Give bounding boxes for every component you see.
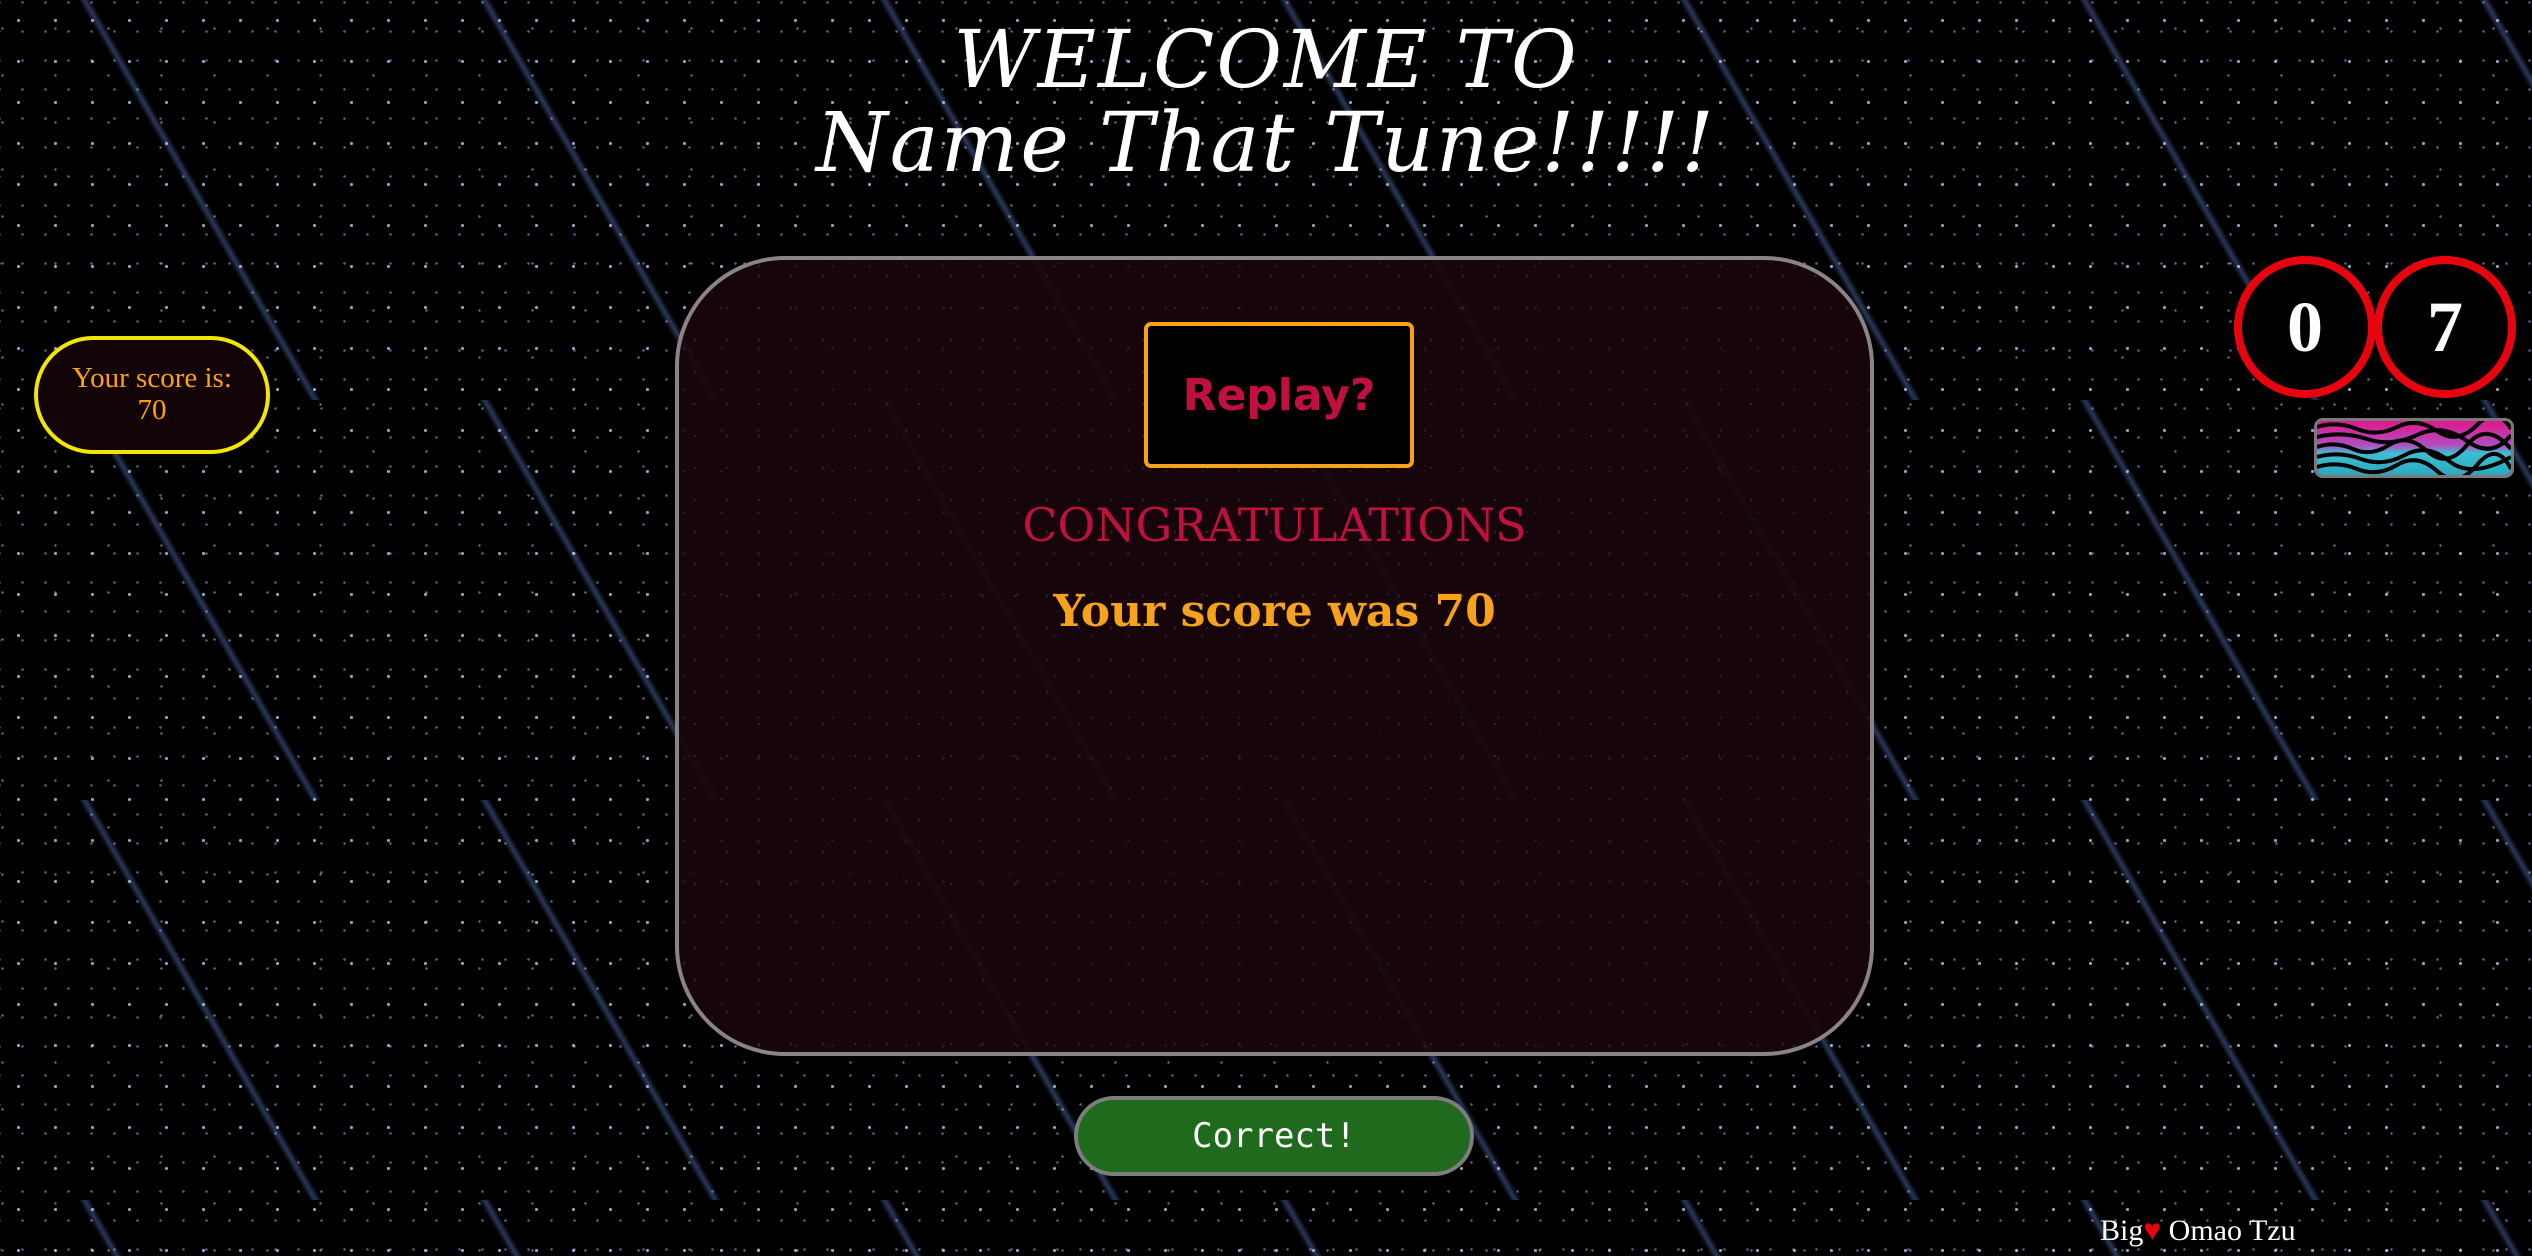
score-badge: Your score is: 70 xyxy=(34,336,270,454)
counter-digit-1: 0 xyxy=(2234,256,2376,398)
counter-digit-2: 7 xyxy=(2374,256,2516,398)
footer-credit: Big♥ Omao Tzu xyxy=(2100,1214,2296,1248)
zebra-pattern-icon xyxy=(2317,421,2511,475)
footer-prefix: Big xyxy=(2100,1214,2144,1247)
replay-button-label: Replay? xyxy=(1182,369,1376,421)
replay-button[interactable]: Replay? xyxy=(1144,322,1414,468)
score-badge-text: Your score is: 70 xyxy=(72,362,232,426)
correct-button[interactable]: Correct! xyxy=(1074,1096,1474,1176)
correct-button-label: Correct! xyxy=(1192,1116,1356,1156)
heart-icon: ♥ xyxy=(2143,1214,2162,1247)
main-panel: Replay? CONGRATULATIONS Your score was 7… xyxy=(675,256,1874,1056)
title-welcome: WELCOME TO xyxy=(953,13,1579,106)
zebra-theme-toggle[interactable] xyxy=(2314,418,2514,478)
final-score-text: Your score was 70 xyxy=(1053,586,1496,637)
congratulations-heading: CONGRATULATIONS xyxy=(1022,498,1527,552)
counter-digit-1-value: 0 xyxy=(2287,286,2323,367)
counter-digit-2-value: 7 xyxy=(2427,286,2463,367)
footer-author: Omao Tzu xyxy=(2168,1214,2296,1247)
title-game-name: Name That Tune!!!!! xyxy=(815,96,1716,191)
